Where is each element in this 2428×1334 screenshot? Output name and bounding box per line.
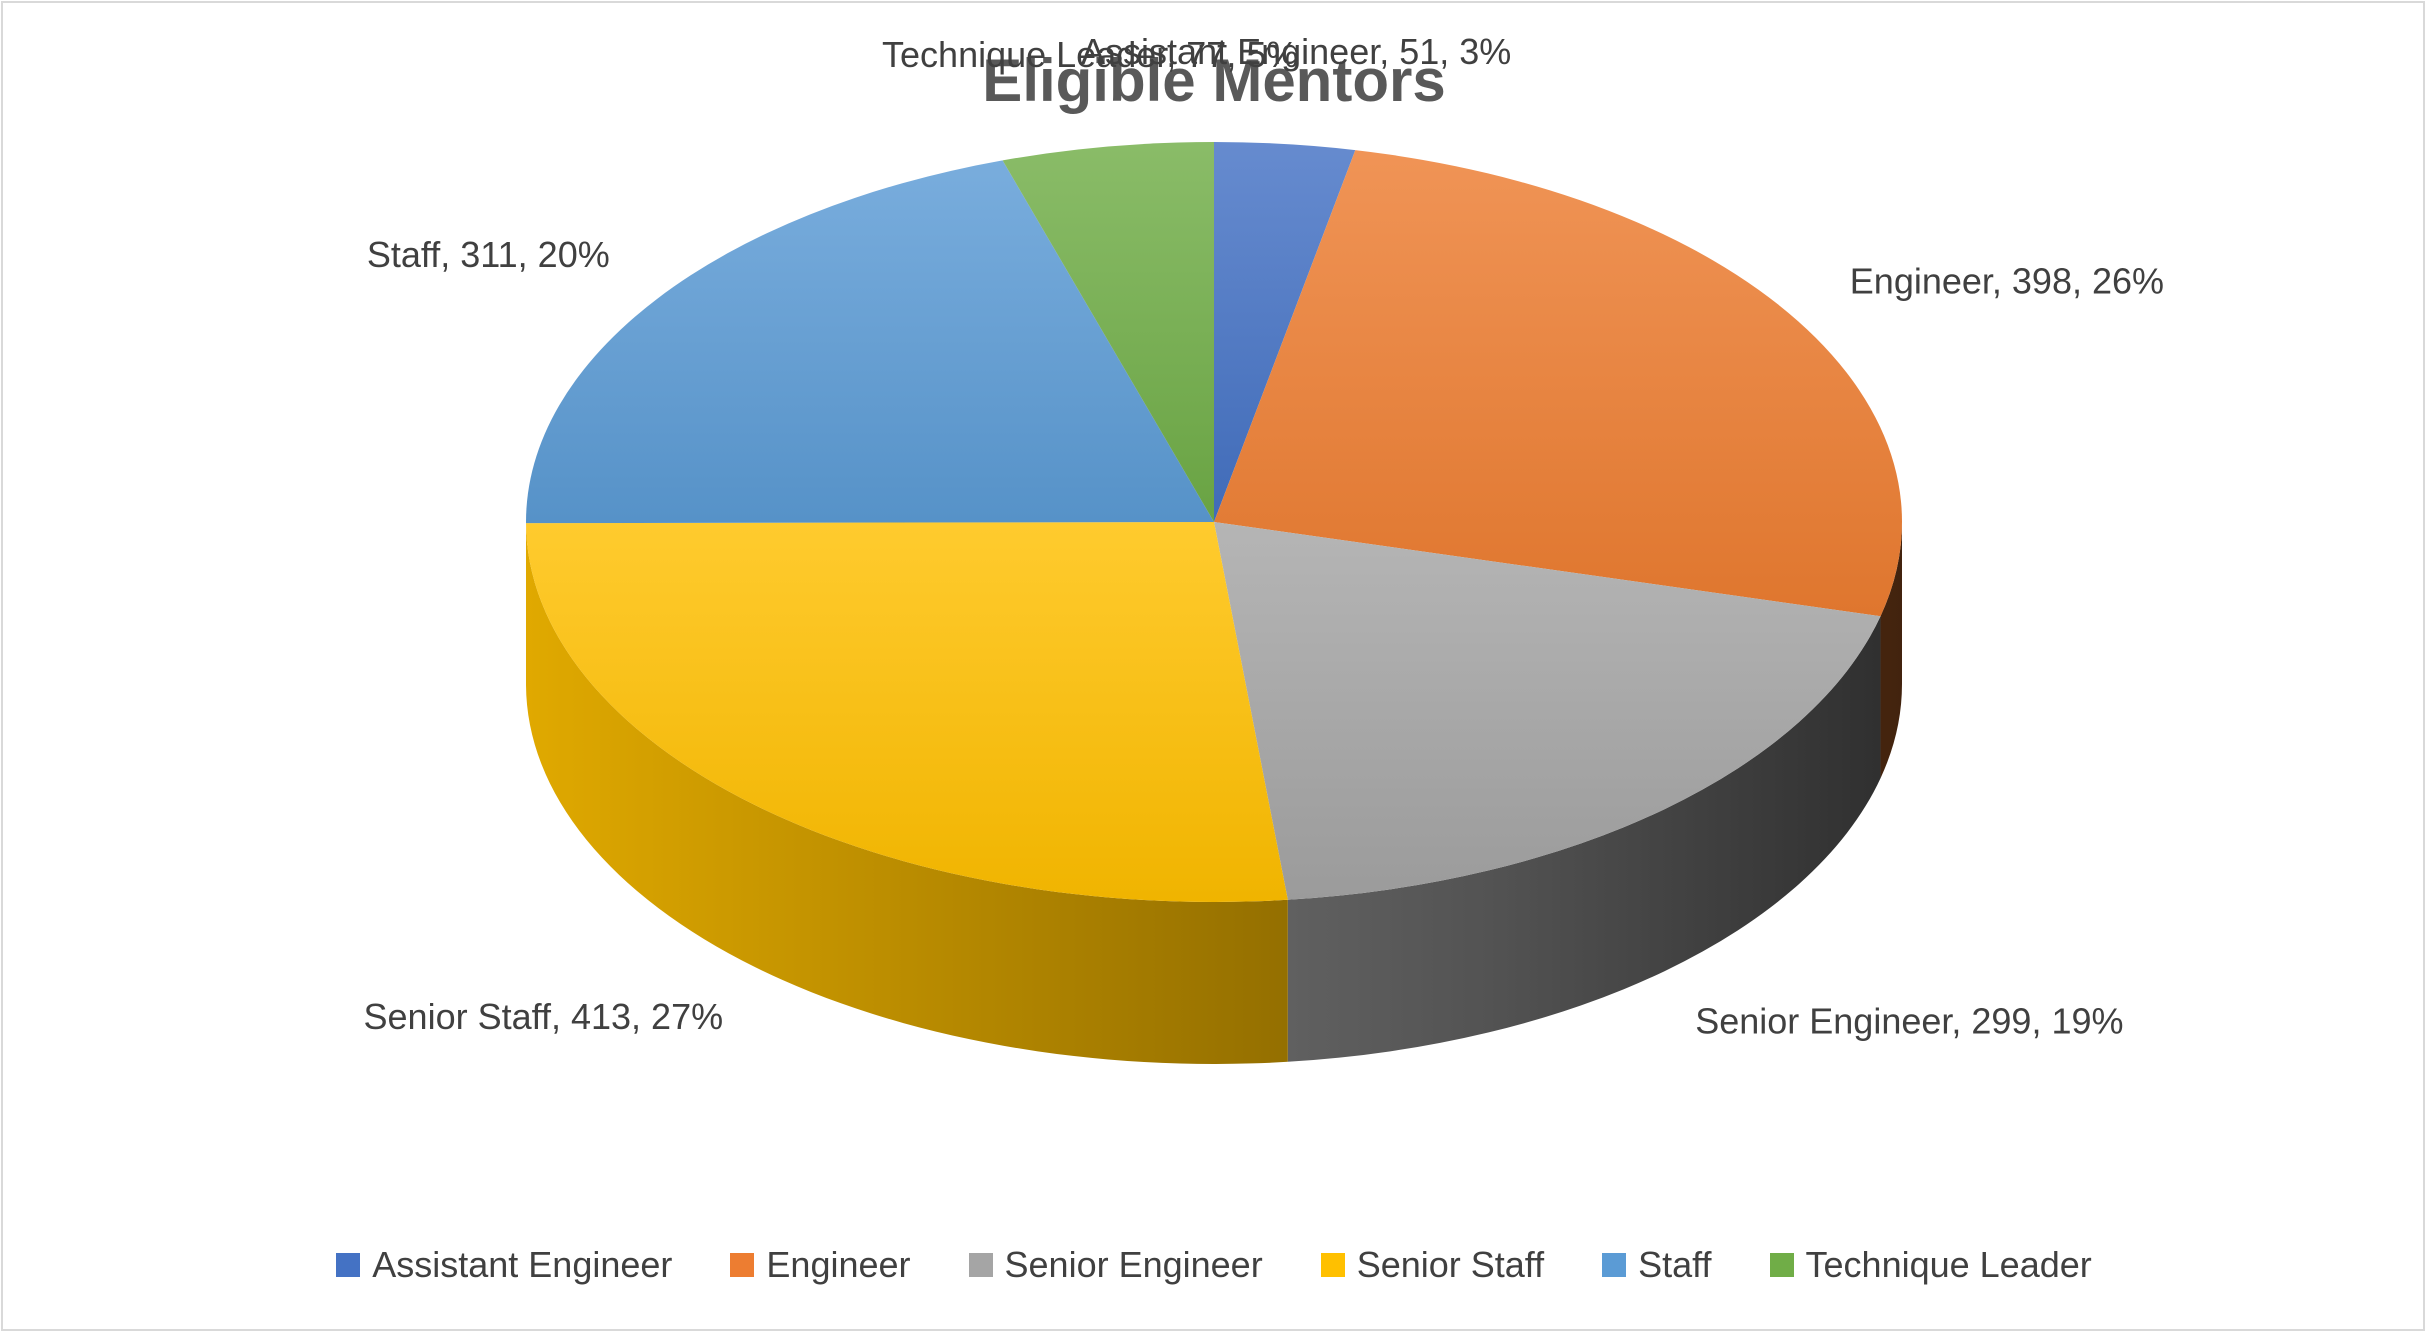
legend-label: Technique Leader [1805,1244,2092,1285]
legend-swatch [1320,1253,1345,1277]
legend: Assistant Engineer Engineer Senior Enginee… [0,1240,2428,1290]
legend-swatch [730,1253,755,1277]
legend-item-senior-staff: Senior Staff [1320,1244,1545,1286]
data-label-staff: Staff, 311, 20% [367,234,610,275]
legend-item-technique-leader: Technique Leader [1769,1244,2092,1286]
legend-label: Assistant Engineer [372,1244,673,1285]
data-label-technique-leader: Technique Leader, 77, 5% [882,34,1298,75]
data-label-senior-staff: Senior Staff, 413, 27% [364,996,724,1037]
legend-item-engineer: Engineer [730,1244,911,1286]
legend-swatch [1602,1253,1627,1277]
legend-item-assistant-engineer: Assistant Engineer [336,1244,672,1286]
legend-label: Staff [1638,1244,1712,1285]
legend-label: Senior Staff [1356,1244,1545,1285]
pie-top [525,142,1902,902]
legend-swatch [1769,1253,1794,1277]
legend-label: Senior Engineer [1004,1244,1263,1285]
legend-label: Engineer [766,1244,911,1285]
pie-chart: Assistant Engineer, 51, 3%Engineer, 398,… [364,31,2164,1064]
data-label-engineer: Engineer, 398, 26% [1850,261,2164,302]
legend-item-senior-engineer: Senior Engineer [968,1244,1263,1286]
legend-swatch [336,1253,361,1277]
legend-swatch [968,1253,993,1277]
data-label-senior-engineer: Senior Engineer, 299, 19% [1695,1001,2123,1042]
legend-item-staff: Staff [1602,1244,1712,1286]
